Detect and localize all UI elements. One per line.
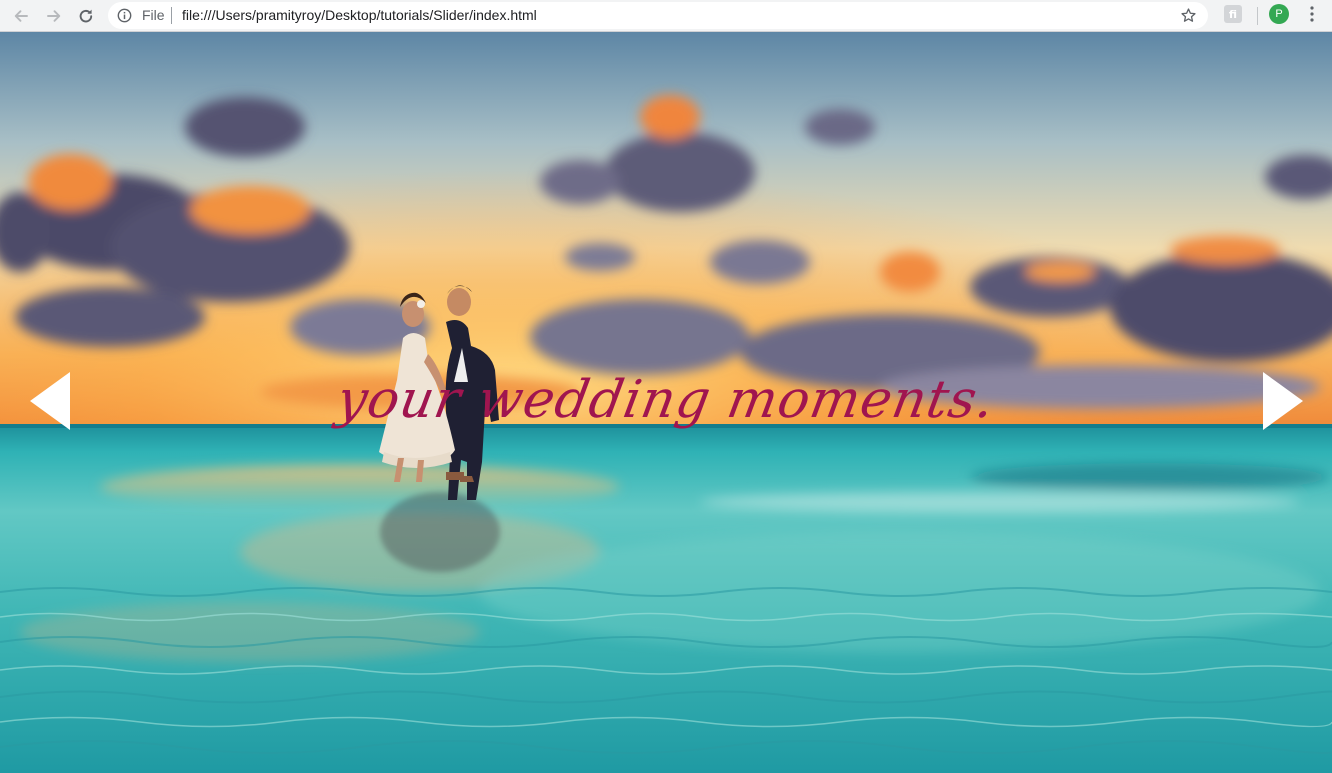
previous-slide-button[interactable]: [28, 370, 72, 432]
slide: your wedding moments.: [0, 32, 1332, 773]
bookmark-button[interactable]: [1179, 6, 1198, 25]
extension-icon[interactable]: fi: [1224, 5, 1242, 23]
page-viewport: your wedding moments.: [0, 32, 1332, 773]
arrow-right-icon: [47, 10, 61, 22]
star-icon: [1181, 8, 1196, 22]
profile-avatar[interactable]: P: [1269, 4, 1289, 24]
url-text[interactable]: file:///Users/pramityroy/Desktop/tutoria…: [182, 7, 537, 24]
browser-toolbar: File file:///Users/pramityroy/Desktop/tu…: [0, 0, 1332, 32]
toolbar-divider: [1257, 7, 1258, 25]
triangle-right-icon: [1263, 372, 1303, 430]
url-scheme-label: File: [142, 7, 165, 23]
next-slide-button[interactable]: [1261, 370, 1305, 432]
triangle-left-icon: [30, 372, 70, 430]
arrow-left-icon: [14, 10, 28, 22]
back-button[interactable]: [8, 3, 34, 29]
site-info-button[interactable]: [116, 7, 133, 24]
kebab-menu-icon: [1310, 6, 1314, 22]
reload-button[interactable]: [73, 3, 99, 29]
reload-icon: [79, 9, 93, 23]
address-bar[interactable]: File file:///Users/pramityroy/Desktop/tu…: [108, 2, 1208, 29]
forward-button[interactable]: [41, 3, 67, 29]
slide-caption: your wedding moments.: [332, 370, 1000, 430]
browser-menu-button[interactable]: [1302, 4, 1322, 24]
omnibox-divider: [171, 7, 172, 24]
info-icon: [117, 8, 132, 23]
